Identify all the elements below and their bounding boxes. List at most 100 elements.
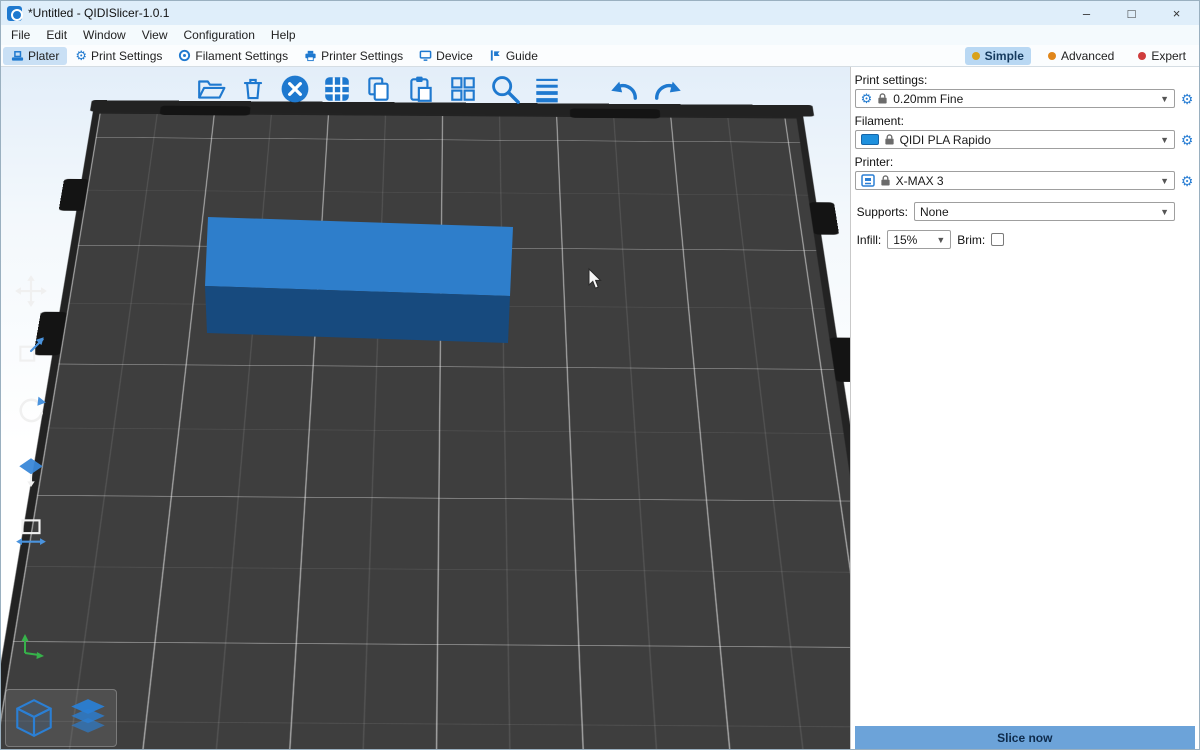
print-settings-gear-button[interactable]: ⚙	[1179, 92, 1195, 106]
printer-row: X-MAX 3 ▼ ⚙	[855, 171, 1195, 190]
brim-label: Brim:	[957, 233, 985, 247]
search-button[interactable]	[487, 71, 523, 107]
print-settings-row: ⚙ 0.20mm Fine ▼ ⚙	[855, 89, 1195, 108]
print-settings-icon: ⚙	[75, 49, 87, 62]
supports-value: None	[920, 205, 949, 219]
view-toolbar	[5, 689, 117, 747]
mode-switcher: Simple Advanced Expert	[965, 47, 1193, 65]
layers-preview-view-button[interactable]	[63, 693, 113, 743]
tab-guide[interactable]: Guide	[481, 47, 546, 65]
advanced-mode-dot	[1048, 52, 1056, 60]
print-settings-value: 0.20mm Fine	[893, 92, 963, 106]
left-toolbar	[9, 269, 53, 553]
mode-advanced[interactable]: Advanced	[1041, 47, 1121, 65]
move-tool-button[interactable]	[9, 269, 53, 313]
minimize-button[interactable]: –	[1064, 1, 1109, 25]
simple-mode-dot	[972, 52, 980, 60]
infill-combo[interactable]: 15% ▼	[887, 230, 951, 249]
bed-wrapper	[1, 67, 850, 750]
print-bed	[1, 111, 850, 750]
menu-edit[interactable]: Edit	[38, 26, 75, 44]
place-on-face-tool-button[interactable]	[9, 449, 53, 493]
printer-gear-button[interactable]: ⚙	[1179, 174, 1195, 188]
mode-label: Advanced	[1061, 49, 1114, 63]
scale-tool-button[interactable]	[9, 329, 53, 373]
bed-clip	[160, 106, 251, 116]
infill-brim-row: Infill: 15% ▼ Brim:	[857, 230, 1175, 249]
copy-button[interactable]	[361, 71, 397, 107]
printer-icon	[861, 174, 875, 187]
tab-label: Guide	[506, 49, 538, 63]
filament-value: QIDI PLA Rapido	[900, 133, 991, 147]
printer-settings-icon	[304, 49, 317, 62]
undo-button[interactable]	[607, 71, 643, 107]
lock-icon	[880, 174, 891, 187]
supports-combo[interactable]: None ▼	[914, 202, 1175, 221]
delete-all-button[interactable]	[277, 71, 313, 107]
arrange-button[interactable]	[319, 71, 355, 107]
close-button[interactable]: ×	[1154, 1, 1199, 25]
bed-clip	[809, 202, 839, 235]
expert-mode-dot	[1138, 52, 1146, 60]
viewport-3d[interactable]	[1, 67, 850, 750]
device-icon	[419, 49, 432, 62]
main-area: Print settings: ⚙ 0.20mm Fine ▼ ⚙ Filame…	[1, 67, 1199, 749]
sidebar-content: Print settings: ⚙ 0.20mm Fine ▼ ⚙ Filame…	[851, 67, 1199, 749]
bed-clip	[59, 179, 89, 211]
menu-window[interactable]: Window	[75, 26, 134, 44]
infill-label: Infill:	[857, 233, 882, 247]
supports-row: Supports: None ▼	[857, 202, 1175, 221]
menu-help[interactable]: Help	[263, 26, 304, 44]
printer-combo[interactable]: X-MAX 3 ▼	[855, 171, 1175, 190]
titlebar: *Untitled - QIDISlicer-1.0.1 – □ ×	[1, 1, 1199, 25]
tab-plater[interactable]: Plater	[3, 47, 67, 65]
lock-icon	[884, 133, 895, 146]
chevron-down-icon: ▼	[1160, 135, 1169, 145]
menu-view[interactable]: View	[134, 26, 176, 44]
rotate-tool-button[interactable]	[9, 389, 53, 433]
variable-layer-height-button[interactable]	[529, 71, 565, 107]
tab-label: Device	[436, 49, 473, 63]
filament-row: QIDI PLA Rapido ▼ ⚙	[855, 130, 1195, 149]
print-settings-combo[interactable]: ⚙ 0.20mm Fine ▼	[855, 89, 1175, 108]
tab-label: Print Settings	[91, 49, 162, 63]
app-logo-icon	[7, 6, 22, 21]
bed-clip	[829, 338, 849, 382]
tab-device[interactable]: Device	[411, 47, 481, 65]
lock-icon	[877, 92, 888, 105]
top-toolbar	[193, 71, 685, 107]
slice-now-button[interactable]: Slice now	[855, 726, 1195, 749]
print-settings-label: Print settings:	[855, 73, 1195, 87]
window-controls: – □ ×	[1064, 1, 1199, 25]
tab-label: Plater	[28, 49, 59, 63]
measure-tool-button[interactable]	[9, 509, 53, 553]
delete-button[interactable]	[235, 71, 271, 107]
tab-label: Printer Settings	[321, 49, 403, 63]
brim-checkbox[interactable]	[991, 233, 1004, 246]
tab-label: Filament Settings	[195, 49, 288, 63]
tab-filament-settings[interactable]: Filament Settings	[170, 47, 296, 65]
mode-label: Simple	[985, 49, 1024, 63]
menu-configuration[interactable]: Configuration	[176, 26, 263, 44]
filament-settings-icon	[178, 49, 191, 62]
filament-combo[interactable]: QIDI PLA Rapido ▼	[855, 130, 1175, 149]
menu-file[interactable]: File	[3, 26, 38, 44]
filament-gear-button[interactable]: ⚙	[1179, 133, 1195, 147]
tab-print-settings[interactable]: ⚙ Print Settings	[67, 47, 170, 65]
paste-button[interactable]	[403, 71, 439, 107]
3d-editor-view-button[interactable]	[9, 693, 59, 743]
printer-label: Printer:	[855, 155, 1195, 169]
bed-clip	[570, 109, 661, 119]
printer-value: X-MAX 3	[896, 174, 944, 188]
plater-icon	[11, 49, 24, 62]
sidebar: Print settings: ⚙ 0.20mm Fine ▼ ⚙ Filame…	[850, 67, 1199, 749]
mode-expert[interactable]: Expert	[1131, 47, 1193, 65]
tab-printer-settings[interactable]: Printer Settings	[296, 47, 411, 65]
supports-label: Supports:	[857, 205, 908, 219]
open-button[interactable]	[193, 71, 229, 107]
redo-button[interactable]	[649, 71, 685, 107]
filament-label: Filament:	[855, 114, 1195, 128]
split-objects-button[interactable]	[445, 71, 481, 107]
mode-simple[interactable]: Simple	[965, 47, 1031, 65]
maximize-button[interactable]: □	[1109, 1, 1154, 25]
